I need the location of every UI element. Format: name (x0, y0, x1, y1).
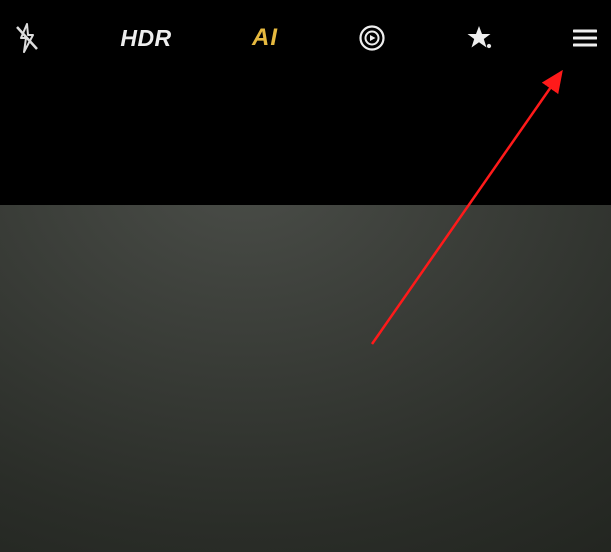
motion-photo-toggle[interactable] (358, 22, 386, 54)
camera-viewfinder[interactable] (0, 205, 611, 552)
filter-button[interactable] (467, 22, 493, 54)
flash-toggle[interactable] (14, 22, 40, 54)
hdr-label: HDR (120, 25, 171, 52)
menu-icon (573, 28, 597, 48)
motion-photo-icon (358, 24, 386, 52)
ai-toggle[interactable]: AI (252, 22, 278, 54)
camera-topbar: HDR AI (0, 0, 611, 205)
menu-button[interactable] (573, 22, 597, 54)
filter-star-icon (467, 25, 493, 51)
hdr-toggle[interactable]: HDR (120, 22, 171, 54)
flash-off-icon (14, 23, 40, 53)
ai-label: AI (252, 24, 278, 52)
